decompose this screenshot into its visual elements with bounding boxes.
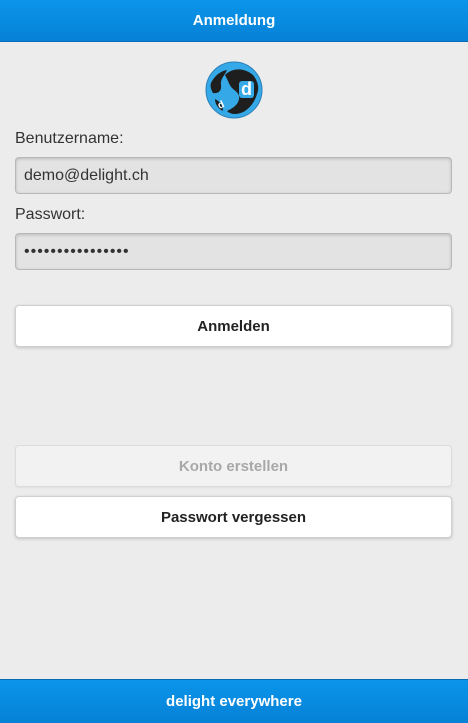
footer-bar: delight everywhere xyxy=(0,679,468,723)
username-label: Benutzername: xyxy=(15,130,124,147)
password-label: Passwort: xyxy=(15,206,86,223)
page-title: Anmeldung xyxy=(192,12,276,29)
footer-text: delight everywhere xyxy=(166,693,302,710)
svg-text:d: d xyxy=(241,79,252,99)
header-bar: Anmeldung xyxy=(0,0,468,42)
forgot-password-button[interactable]: Passwort vergessen xyxy=(15,496,452,538)
delight-logo-icon: d d xyxy=(205,61,263,119)
password-field[interactable] xyxy=(15,233,452,270)
username-field[interactable] xyxy=(15,157,452,194)
create-account-button[interactable]: Konto erstellen xyxy=(15,445,452,487)
login-button[interactable]: Anmelden xyxy=(15,305,452,347)
